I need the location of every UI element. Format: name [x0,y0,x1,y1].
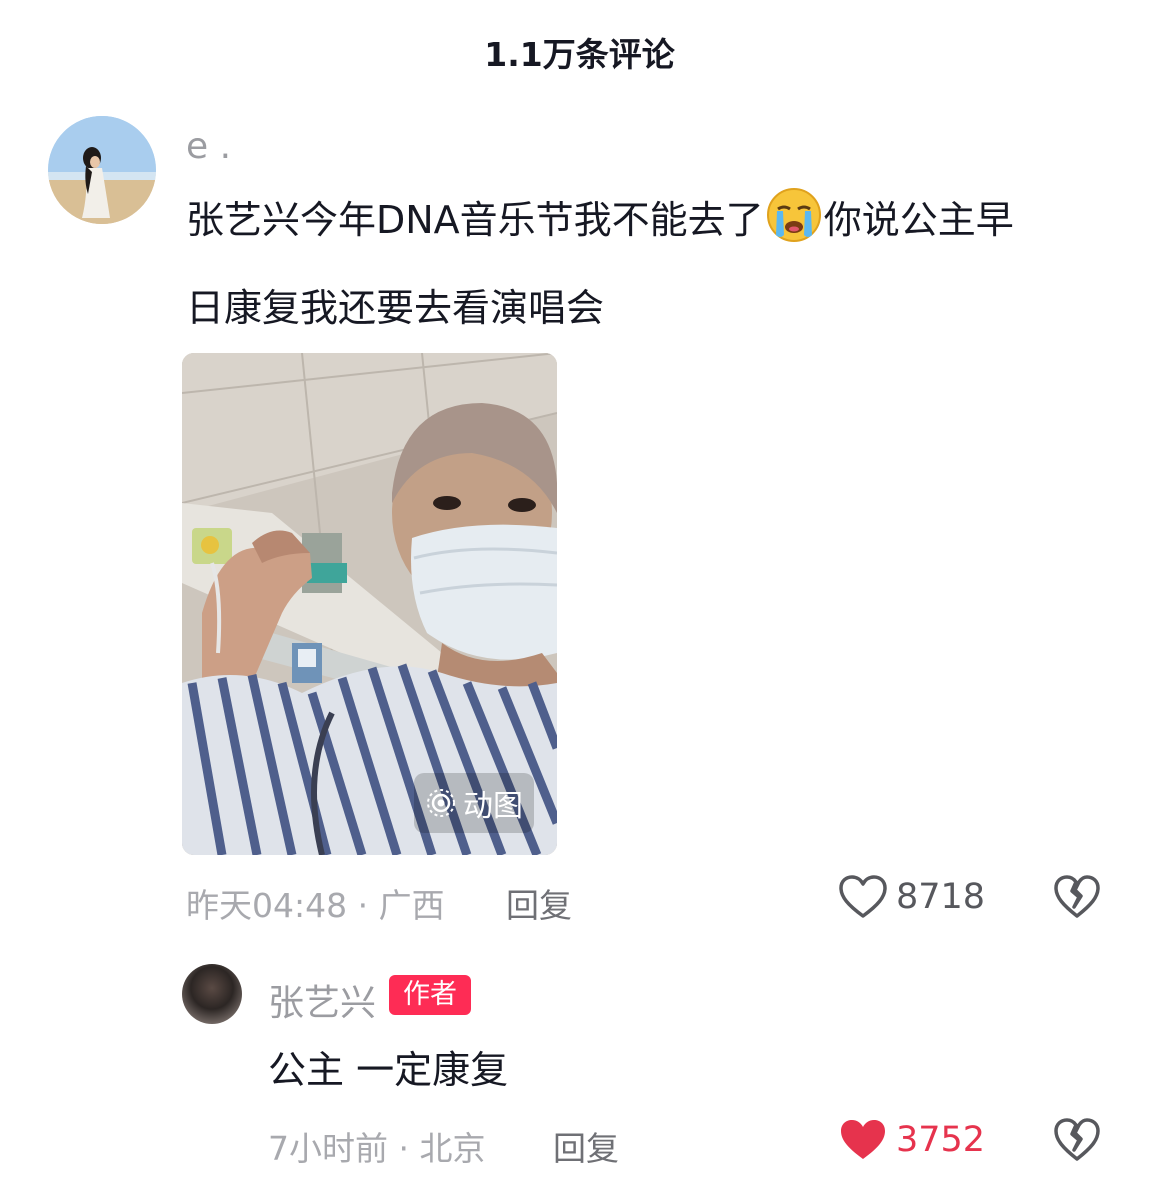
reply-dislike-button[interactable] [1053,1117,1101,1165]
reply-username[interactable]: 张艺兴 [268,974,376,1026]
comment-text-part2: 你说公主早 [823,198,1014,242]
comments-count-title: 1.1万条评论 [484,35,675,74]
live-photo-icon [427,789,455,817]
comment-reply-button[interactable]: 回复 [506,879,572,927]
author-badge: 作者 [389,975,471,1015]
comment-text: 张艺兴今年DNA音乐节我不能去了 你说公主早 日康复我还要去看演唱会 [186,176,1126,352]
broken-heart-icon [1054,875,1100,918]
comment-time-location: 昨天04:48 · 广西 [186,886,445,925]
reply-like-button[interactable]: 3752 [838,1117,985,1163]
reply-like-count: 3752 [896,1120,986,1160]
gif-badge-label: 动图 [463,789,523,824]
commenter-avatar[interactable] [48,116,156,224]
comment-like-count: 8718 [896,877,986,917]
crying-face-icon [766,186,822,242]
comment-gif-image[interactable]: 动图 [182,353,557,855]
reply-avatar[interactable] [182,964,242,1024]
broken-heart-icon [1054,1118,1100,1161]
commenter-username[interactable]: e . [186,126,231,167]
comment-text-line2: 日康复我还要去看演唱会 [186,286,605,330]
comment-like-button[interactable]: 8718 [838,874,985,920]
heart-filled-icon [841,1120,885,1159]
reply-text: 公主 一定康复 [268,1048,509,1092]
comment-dislike-button[interactable] [1053,874,1101,922]
comment-text-part1: 张艺兴今年DNA音乐节我不能去了 [186,198,764,242]
reply-reply-button[interactable]: 回复 [553,1122,619,1170]
reply-time-location: 7小时前 · 北京 [268,1129,486,1168]
gif-badge: 动图 [414,773,534,833]
heart-outline-icon [839,875,887,918]
